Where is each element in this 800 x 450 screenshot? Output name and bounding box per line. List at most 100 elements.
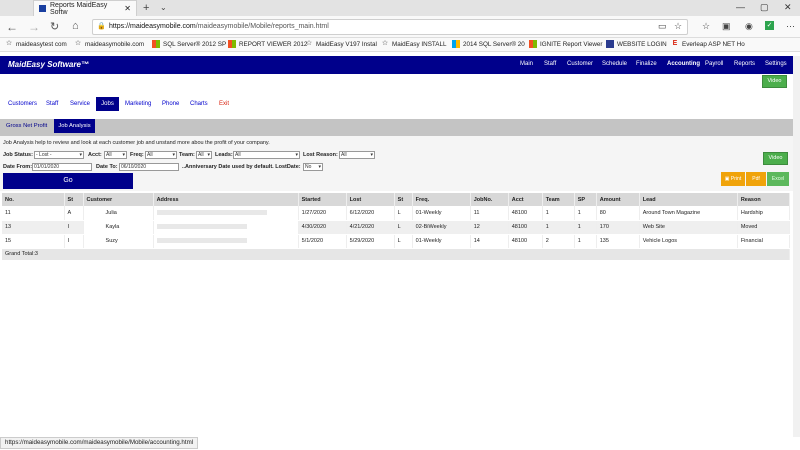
col-header[interactable]: JobNo.	[470, 193, 509, 206]
results-table: No. St Customer Address Started Lost St …	[2, 193, 791, 261]
col-header[interactable]: Freq.	[412, 193, 471, 206]
favorite-star-icon[interactable]: ☆	[674, 21, 682, 32]
lostdate-select[interactable]: No	[303, 163, 323, 171]
tab-dropdown-icon[interactable]: ⌄	[160, 3, 167, 12]
job-status-select[interactable]: - Lost -	[34, 151, 84, 159]
favorite-link[interactable]: 2014 SQL Server® 20	[452, 40, 525, 48]
refresh-icon[interactable]: ↻	[50, 20, 59, 33]
subnav-customers[interactable]: Customers	[8, 101, 37, 107]
excel-button[interactable]: Excel	[767, 172, 789, 186]
date-from-field[interactable]: 01/01/2020	[32, 163, 92, 171]
subnav-charts[interactable]: Charts	[190, 101, 208, 107]
table-header-row: No. St Customer Address Started Lost St …	[2, 193, 791, 206]
subnav-jobs[interactable]: Jobs	[96, 97, 119, 111]
star-icon: ☆	[381, 40, 389, 47]
favorites-hub-icon[interactable]: ☆	[702, 21, 710, 32]
col-header[interactable]: No.	[2, 193, 65, 206]
favorite-link[interactable]: ☆ MaidEasy V197 Instal	[305, 40, 377, 48]
home-icon[interactable]: ⌂	[72, 20, 79, 32]
table-row[interactable]: 11 A Julia 1/27/2020 6/12/2020 L 01-Week…	[2, 206, 791, 221]
url-domain: https://maideasymobile.com	[109, 23, 196, 30]
topnav-staff[interactable]: Staff	[544, 61, 556, 67]
col-header[interactable]: St	[64, 193, 84, 206]
description-text: Job Analysis help to review and look at …	[3, 140, 270, 146]
table-row[interactable]: 13 I Kayla 4/30/2020 4/21/2020 L 02-BiWe…	[2, 220, 791, 235]
star-icon: ☆	[5, 40, 13, 47]
header-video-button[interactable]: Video	[762, 75, 787, 88]
star-icon: ☆	[305, 40, 313, 47]
date-from-label: Date From:	[3, 164, 33, 170]
tab-job-analysis[interactable]: Job Analysis	[54, 119, 95, 133]
col-header[interactable]: Started	[298, 193, 347, 206]
favorite-link[interactable]: E Everleap ASP NET Ho	[671, 40, 745, 48]
forward-icon[interactable]: →	[28, 20, 40, 34]
col-header[interactable]: Team	[542, 193, 575, 206]
col-header[interactable]: Acct	[508, 193, 543, 206]
close-window-icon[interactable]: ✕	[784, 2, 792, 13]
browser-tab[interactable]: Reports MaidEasy Softw ✕	[33, 0, 137, 16]
col-header[interactable]: SP	[574, 193, 597, 206]
extension-check-icon[interactable]: ✓	[765, 21, 774, 30]
table-row[interactable]: 15 I Suzy 5/1/2020 5/29/2020 L 01-Weekly…	[2, 234, 791, 249]
team-select[interactable]: All	[196, 151, 212, 159]
col-header[interactable]: Amount	[596, 193, 640, 206]
collections-icon[interactable]: ▣	[722, 21, 731, 32]
microsoft-icon	[529, 40, 537, 48]
col-header[interactable]: Lead	[639, 193, 738, 206]
minimize-icon[interactable]: —	[736, 2, 745, 12]
col-header[interactable]: Reason	[737, 193, 791, 206]
url-field[interactable]: 🔒 https://maideasymobile.com/maideasymob…	[92, 19, 688, 35]
redacted-address	[153, 206, 299, 221]
col-header[interactable]: Lost	[346, 193, 395, 206]
maximize-icon[interactable]: ▢	[760, 2, 769, 13]
leads-select[interactable]: All	[233, 151, 300, 159]
subnav-marketing[interactable]: Marketing	[125, 101, 151, 107]
freq-select[interactable]: All	[145, 151, 177, 159]
go-button[interactable]: Go	[3, 173, 133, 189]
favorite-link[interactable]: SQL Server® 2012 SP	[152, 40, 226, 48]
favorites-bar: ☆ maideasytest com ☆ maideasymobile.com SQ…	[0, 38, 800, 52]
anniversary-label: ..Anniversary Date used by default. Lost…	[182, 164, 301, 170]
date-to-label: Date To:	[96, 164, 118, 170]
tab-gross-net-profit[interactable]: Gross Net Profit	[6, 123, 47, 129]
team-label: Team:	[179, 152, 195, 158]
site-favicon-icon	[39, 5, 46, 12]
col-header[interactable]: Customer	[83, 193, 154, 206]
col-header[interactable]: St	[394, 193, 413, 206]
video-button[interactable]: Video	[763, 152, 788, 165]
page-scrollbar[interactable]	[793, 56, 800, 437]
reading-view-icon[interactable]: ▭	[658, 21, 667, 32]
pdf-button[interactable]: Pdf	[746, 172, 766, 186]
profile-icon[interactable]: ◉	[745, 21, 753, 32]
back-icon[interactable]: ←	[6, 20, 18, 34]
favorite-link[interactable]: ☆ MaidEasy INSTALL	[381, 40, 447, 48]
address-bar: ← → ↻ ⌂ 🔒 https://maideasymobile.com/mai…	[0, 16, 800, 38]
close-tab-icon[interactable]: ✕	[124, 4, 131, 13]
acct-select[interactable]: All	[104, 151, 127, 159]
date-to-field[interactable]: 06/10/2020	[119, 163, 179, 171]
favorite-link[interactable]: REPORT VIEWER 2012	[228, 40, 307, 48]
col-header[interactable]: Address	[153, 193, 299, 206]
topnav-accounting[interactable]: Accounting	[667, 61, 700, 67]
favorite-link[interactable]: IGNITE Report Viewer	[529, 40, 603, 48]
subnav-staff[interactable]: Staff	[46, 101, 58, 107]
favorite-link[interactable]: WEBSITE LOGIN	[606, 40, 667, 48]
topnav-reports[interactable]: Reports	[734, 61, 755, 67]
favorite-link[interactable]: ☆ maideasytest com	[5, 40, 67, 48]
subnav-service[interactable]: Service	[70, 101, 90, 107]
menu-dots-icon[interactable]: ⋯	[786, 21, 795, 32]
topnav-customer[interactable]: Customer	[567, 61, 593, 67]
new-tab-icon[interactable]: +	[143, 2, 149, 14]
subnav-exit[interactable]: Exit	[219, 101, 229, 107]
topnav-finalize[interactable]: Finalize	[636, 61, 657, 67]
subnav-phone[interactable]: Phone	[162, 101, 179, 107]
lost-reason-select[interactable]: All	[339, 151, 375, 159]
topnav-payroll[interactable]: Payroll	[705, 61, 723, 67]
redacted-address	[153, 220, 299, 235]
topnav-main[interactable]: Main	[520, 61, 533, 67]
print-button[interactable]: ▣ Print	[721, 172, 745, 186]
redacted-address	[153, 234, 299, 249]
favorite-link[interactable]: ☆ maideasymobile.com	[74, 40, 144, 48]
topnav-settings[interactable]: Settings	[765, 61, 787, 67]
topnav-schedule[interactable]: Schedule	[602, 61, 627, 67]
